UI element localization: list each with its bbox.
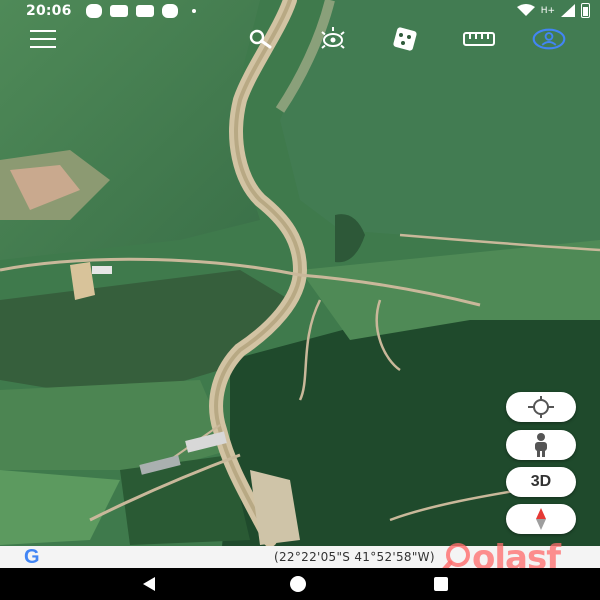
dot-icon (191, 9, 196, 13)
compass-button[interactable] (506, 504, 576, 534)
ruler-icon (463, 32, 495, 46)
sunlight-button[interactable] (316, 24, 350, 54)
notification-icons (85, 4, 196, 18)
back-icon[interactable] (143, 577, 155, 591)
3d-toggle[interactable]: 3D (506, 467, 576, 497)
wifi-icon (516, 4, 535, 16)
system-status: H+ (516, 3, 590, 18)
street-view-button[interactable] (506, 430, 576, 460)
pegman-icon (535, 433, 547, 457)
youtube-icon (135, 5, 154, 17)
instagram-icon (161, 4, 178, 18)
random-dice-icon (393, 27, 417, 51)
battery-icon (581, 3, 590, 18)
top-toolbar (0, 22, 600, 56)
signal-icon (561, 4, 575, 17)
search-button[interactable] (244, 24, 278, 54)
search-icon (249, 29, 272, 49)
status-bar: 20:06 H+ (0, 0, 600, 22)
recents-icon[interactable] (434, 577, 448, 591)
measure-button[interactable] (462, 24, 496, 54)
my-location-icon (528, 396, 554, 418)
sunlight-icon (321, 27, 345, 49)
my-location-button[interactable] (506, 392, 576, 422)
youtube-icon (109, 5, 128, 17)
coordinates-readout: (22°22'05"S 41°52'58"W) (274, 550, 435, 564)
menu-button[interactable] (26, 24, 60, 54)
whatsapp-icon (85, 4, 102, 18)
random-place-button[interactable] (388, 24, 422, 54)
home-icon[interactable] (290, 576, 306, 592)
clock: 20:06 (26, 3, 72, 19)
account-icon (532, 28, 566, 50)
network-type: H+ (540, 5, 555, 16)
navigation-bar (0, 568, 600, 600)
3d-label: 3D (530, 473, 552, 490)
compass-icon (536, 508, 546, 530)
account-button[interactable] (532, 24, 566, 54)
menu-icon (30, 27, 56, 51)
google-logo: G (24, 546, 40, 568)
